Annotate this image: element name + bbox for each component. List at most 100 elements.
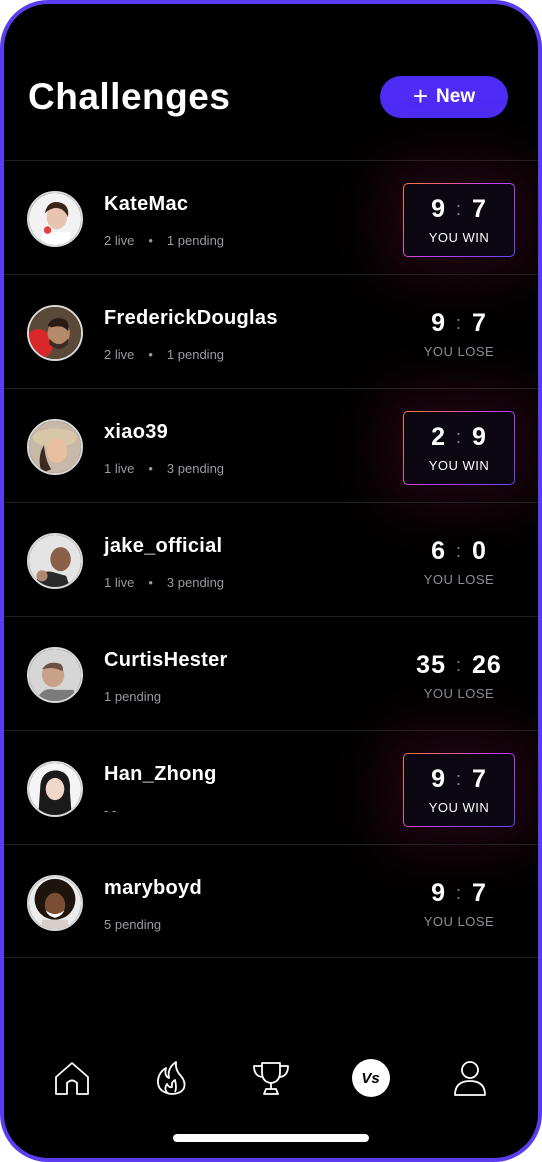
score-separator: : (455, 769, 462, 789)
opponent-name: maryboyd (104, 877, 202, 899)
score-box: 2 : 9 YOU WIN (403, 411, 515, 485)
plus-icon: + (412, 80, 429, 111)
score-box: 9 : 7 YOU LOSE (403, 867, 515, 941)
pending-count: 3 pending (166, 575, 225, 590)
screen: Challenges + New KateMac 2 live • 1 pend… (4, 4, 538, 1158)
result-label: YOU LOSE (423, 572, 495, 587)
flame-icon (157, 1061, 186, 1095)
live-count: - - (104, 803, 117, 818)
tab-profile[interactable] (446, 1054, 494, 1102)
pending-count: 5 pending (104, 917, 162, 932)
opponent-name: FrederickDouglas (104, 307, 278, 329)
challenge-meta: 2 live • 1 pending (104, 347, 224, 362)
score-separator: : (455, 199, 462, 219)
live-count: 1 live (104, 461, 135, 476)
score-right: 26 (472, 651, 502, 679)
home-icon (54, 1062, 89, 1095)
opponent-name: jake_official (104, 535, 223, 557)
opponent-name: CurtisHester (104, 649, 228, 671)
versus-icon: Vs (351, 1059, 390, 1097)
avatar (27, 875, 83, 931)
tab-bar: Vs (4, 1048, 538, 1108)
opponent-name: Han_Zhong (104, 763, 217, 785)
result-label: YOU WIN (428, 458, 490, 473)
avatar (27, 305, 83, 361)
score: 6 : 0 (431, 537, 487, 566)
live-count: 2 live (104, 347, 135, 362)
score-right: 9 (472, 423, 487, 451)
challenge-row[interactable]: FrederickDouglas 2 live • 1 pending 9 : … (4, 274, 538, 388)
trophy-icon (253, 1062, 289, 1095)
score: 9 : 7 (431, 765, 487, 794)
score-left: 2 (431, 423, 446, 451)
result-label: YOU LOSE (423, 686, 495, 701)
score-box: 9 : 7 YOU WIN (403, 753, 515, 827)
meta-separator: • (148, 575, 153, 590)
pending-count: 1 pending (104, 689, 162, 704)
score-separator: : (455, 541, 462, 561)
challenge-meta: 5 pending (104, 917, 161, 932)
score: 2 : 9 (431, 423, 487, 452)
score-right: 7 (472, 309, 487, 337)
pending-count: 1 pending (166, 347, 225, 362)
score-left: 9 (431, 195, 446, 223)
avatar (27, 647, 83, 703)
pending-count: 3 pending (166, 461, 225, 476)
challenge-row[interactable]: Han_Zhong - - 9 : 7 YOU WIN (4, 730, 538, 844)
score-right: 0 (472, 537, 487, 565)
meta-separator: • (148, 461, 153, 476)
score-box: 6 : 0 YOU LOSE (403, 525, 515, 599)
live-count: 2 live (104, 233, 135, 248)
score: 9 : 7 (431, 309, 487, 338)
tab-home[interactable] (48, 1054, 96, 1102)
opponent-name: xiao39 (104, 421, 169, 443)
score-box: 9 : 7 YOU LOSE (403, 297, 515, 371)
tab-hot[interactable] (147, 1054, 195, 1102)
challenge-meta: 1 live • 3 pending (104, 575, 224, 590)
tab-challenges[interactable]: Vs (347, 1054, 395, 1102)
challenge-meta: 1 pending (104, 689, 161, 704)
home-indicator (173, 1134, 369, 1142)
profile-icon (454, 1061, 487, 1096)
result-label: YOU WIN (428, 230, 490, 245)
score-right: 7 (472, 195, 487, 223)
challenge-row[interactable]: CurtisHester 1 pending 35 : 26 YOU LOSE (4, 616, 538, 730)
score-separator: : (455, 883, 462, 903)
meta-separator: • (148, 233, 153, 248)
score-left: 9 (431, 765, 446, 793)
score-right: 7 (472, 765, 487, 793)
score: 9 : 7 (431, 879, 487, 908)
challenge-row[interactable]: KateMac 2 live • 1 pending 9 : 7 YOU WIN (4, 160, 538, 274)
score-left: 6 (431, 537, 446, 565)
score-box: 9 : 7 YOU WIN (403, 183, 515, 257)
challenge-row[interactable]: maryboyd 5 pending 9 : 7 YOU LOSE (4, 844, 538, 958)
score-box: 35 : 26 YOU LOSE (403, 639, 515, 713)
tab-leaderboard[interactable] (247, 1054, 295, 1102)
opponent-name: KateMac (104, 193, 189, 215)
score-left: 35 (416, 651, 446, 679)
challenge-row[interactable]: jake_official 1 live • 3 pending 6 : 0 Y… (4, 502, 538, 616)
result-label: YOU LOSE (423, 914, 495, 929)
score: 9 : 7 (431, 195, 487, 224)
new-button-label: New (436, 86, 476, 107)
avatar (27, 761, 83, 817)
page-title: Challenges (28, 76, 231, 117)
pending-count: 1 pending (166, 233, 225, 248)
phone-frame: Challenges + New KateMac 2 live • 1 pend… (0, 0, 542, 1162)
score-separator: : (455, 313, 462, 333)
header: Challenges + New (4, 4, 538, 162)
score-left: 9 (431, 309, 446, 337)
challenge-meta: - - (104, 803, 116, 818)
result-label: YOU LOSE (423, 344, 495, 359)
avatar (27, 419, 83, 475)
score-separator: : (455, 427, 462, 447)
new-challenge-button[interactable]: + New (380, 76, 508, 118)
score-separator: : (455, 655, 462, 675)
score-right: 7 (472, 879, 487, 907)
result-label: YOU WIN (428, 800, 490, 815)
challenge-meta: 2 live • 1 pending (104, 233, 224, 248)
challenge-row[interactable]: xiao39 1 live • 3 pending 2 : 9 YOU WIN (4, 388, 538, 502)
challenge-list: KateMac 2 live • 1 pending 9 : 7 YOU WIN (4, 160, 538, 958)
avatar (27, 533, 83, 589)
meta-separator: • (148, 347, 153, 362)
